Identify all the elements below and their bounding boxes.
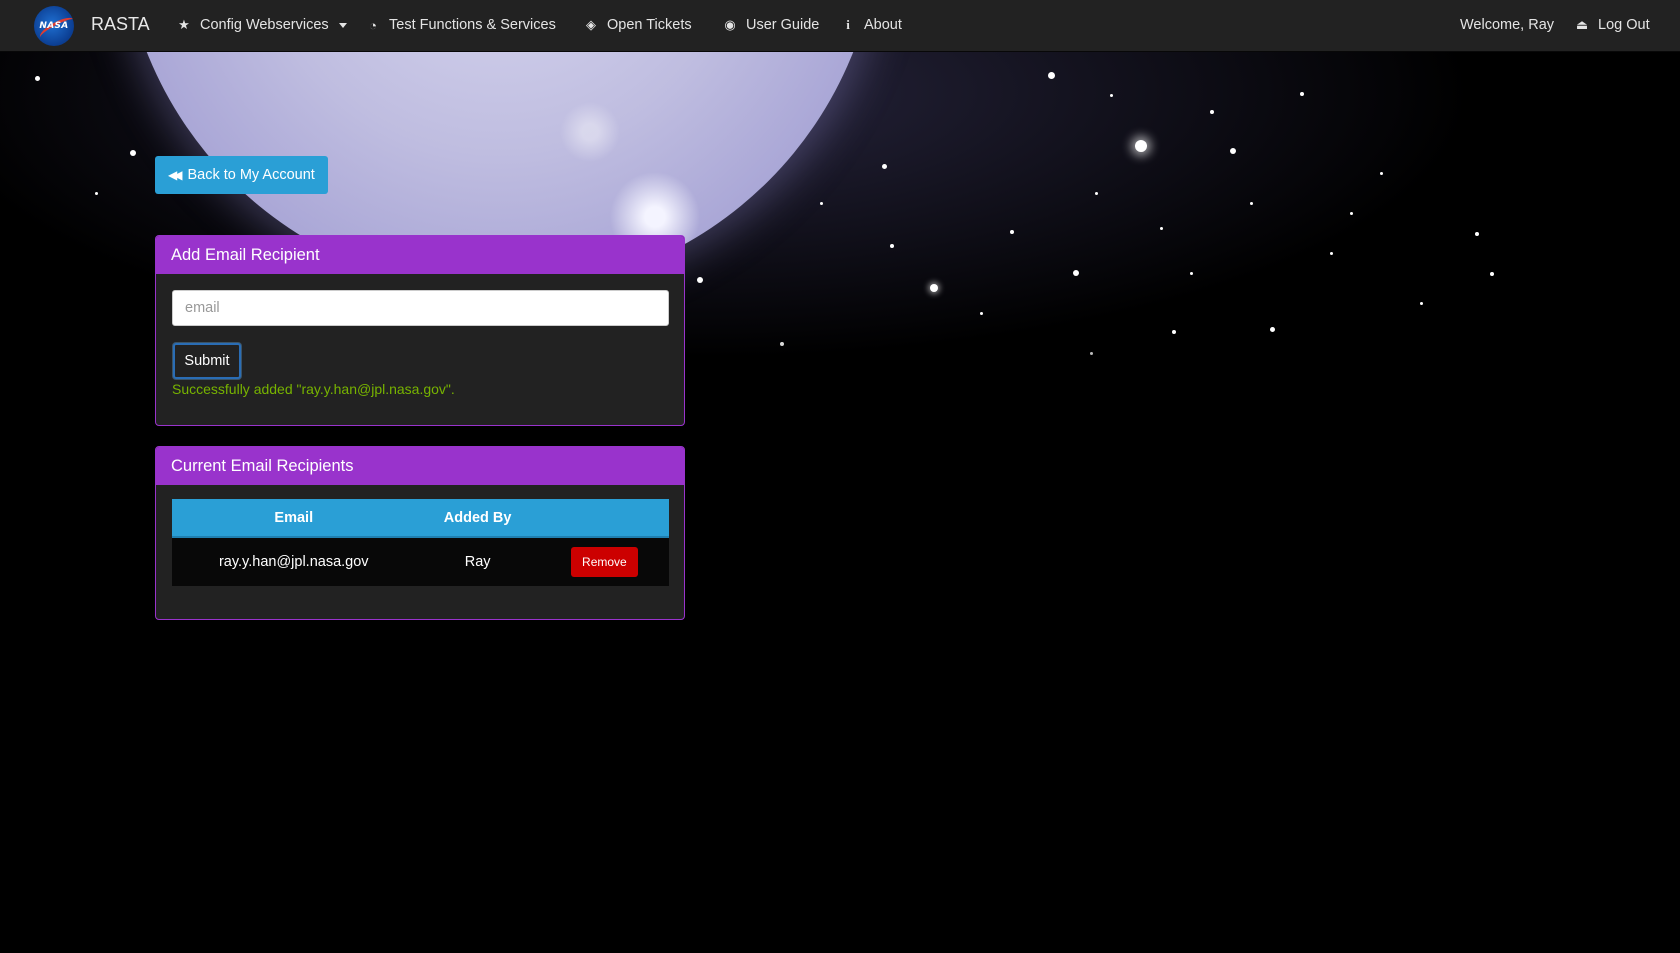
- caret-down-icon: [338, 22, 347, 28]
- column-header-email: Email: [172, 499, 416, 538]
- recipients-table: Email Added By ray.y.han@jpl.nasa.gov Ra…: [172, 499, 669, 586]
- backward-icon: ◀◀: [168, 168, 183, 182]
- logout-label: Log Out: [1598, 17, 1650, 33]
- eject-icon: ⏏: [1575, 17, 1589, 32]
- nav-config-webservices-label: Config Webservices: [200, 17, 329, 33]
- current-recipients-panel-title: Current Email Recipients: [156, 447, 684, 485]
- welcome-user[interactable]: Welcome, Ray: [1460, 0, 1554, 50]
- recipient-added-by: Ray: [415, 537, 540, 586]
- email-input[interactable]: [172, 290, 669, 326]
- success-message: Successfully added "ray.y.han@jpl.nasa.g…: [172, 381, 455, 397]
- nasa-logo[interactable]: NASA: [34, 6, 74, 46]
- table-header-row: Email Added By: [172, 499, 669, 538]
- add-email-panel: Add Email Recipient Submit Successfully …: [155, 235, 685, 426]
- ticket-icon: ◈: [586, 17, 596, 32]
- submit-button[interactable]: Submit: [173, 343, 241, 379]
- back-button-label: Back to My Account: [187, 167, 315, 183]
- dashboard-icon: ◔: [369, 17, 377, 33]
- back-to-account-button[interactable]: ◀◀ Back to My Account: [155, 156, 328, 194]
- nav-open-tickets[interactable]: ◈ Open Tickets: [583, 0, 692, 50]
- recipient-email: ray.y.han@jpl.nasa.gov: [172, 537, 416, 586]
- nav-user-guide[interactable]: ◉ User Guide: [722, 0, 819, 50]
- recipient-actions: Remove: [539, 537, 669, 586]
- brand-name[interactable]: RASTA: [91, 14, 150, 35]
- nav-about[interactable]: i About: [840, 0, 902, 50]
- nav-user-guide-label: User Guide: [746, 17, 820, 33]
- nav-open-tickets-label: Open Tickets: [607, 17, 692, 33]
- top-navbar: NASA RASTA ★ Config Webservices ◔ Test F…: [0, 0, 1680, 52]
- column-header-added-by: Added By: [415, 499, 540, 538]
- star-icon: ★: [178, 17, 190, 32]
- nav-test-functions-label: Test Functions & Services: [389, 17, 556, 33]
- nav-test-functions[interactable]: ◔ Test Functions & Services: [365, 0, 556, 50]
- nav-about-label: About: [864, 17, 902, 33]
- logout-link[interactable]: ⏏ Log Out: [1574, 0, 1650, 50]
- column-header-actions: [539, 499, 669, 538]
- accessibility-icon: ◉: [724, 17, 736, 32]
- add-email-panel-title: Add Email Recipient: [156, 236, 684, 274]
- table-row: ray.y.han@jpl.nasa.gov Ray Remove: [172, 537, 669, 586]
- nav-config-webservices[interactable]: ★ Config Webservices: [176, 0, 347, 50]
- remove-button[interactable]: Remove: [571, 547, 638, 577]
- welcome-text: Welcome, Ray: [1460, 17, 1555, 33]
- current-recipients-panel: Current Email Recipients Email Added By …: [155, 446, 685, 620]
- info-icon: i: [846, 17, 850, 32]
